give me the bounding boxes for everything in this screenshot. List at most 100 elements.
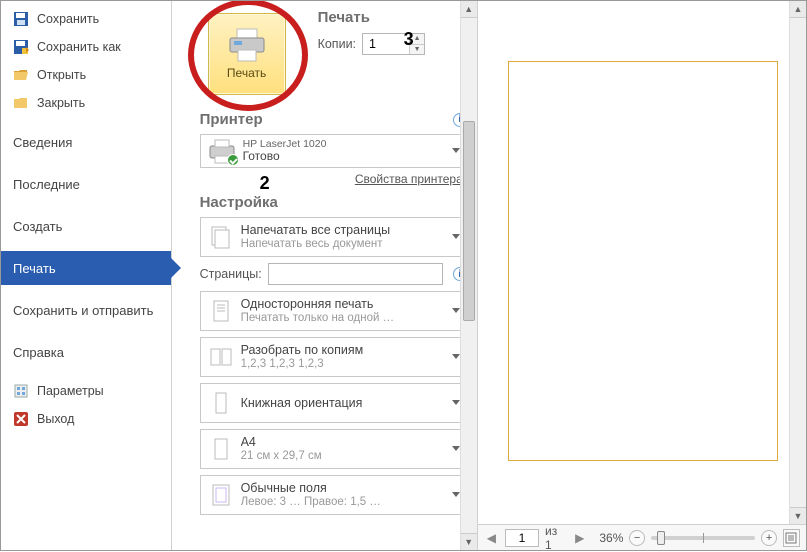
menu-label: Сохранить как bbox=[37, 40, 121, 54]
margins-icon bbox=[207, 480, 235, 510]
menu-label: Сведения bbox=[13, 135, 72, 150]
menu-label: Сохранить bbox=[37, 12, 99, 26]
portrait-icon bbox=[207, 388, 235, 418]
pages-label: Страницы: bbox=[200, 267, 262, 281]
save-icon bbox=[13, 11, 29, 27]
menu-label: Сохранить и отправить bbox=[13, 303, 153, 318]
menu-options[interactable]: Параметры bbox=[1, 377, 171, 405]
prev-page-button[interactable]: ◀ bbox=[484, 530, 499, 546]
menu-info[interactable]: Сведения bbox=[1, 125, 171, 159]
menu-open[interactable]: Открыть bbox=[1, 61, 171, 89]
menu-new[interactable]: Создать bbox=[1, 209, 171, 243]
zoom-in-button[interactable]: + bbox=[761, 530, 776, 546]
card-title: Разобрать по копиям bbox=[241, 343, 364, 358]
menu-save-send[interactable]: Сохранить и отправить bbox=[1, 293, 171, 327]
paper-icon bbox=[207, 434, 235, 464]
preview-page bbox=[508, 61, 778, 461]
zoom-fit-button[interactable] bbox=[783, 529, 800, 547]
card-title: Односторонняя печать bbox=[241, 297, 395, 312]
card-subtitle: Печатать только на одной … bbox=[241, 312, 395, 326]
menu-help[interactable]: Справка bbox=[1, 335, 171, 369]
printer-device-icon bbox=[207, 138, 237, 164]
chevron-down-icon bbox=[452, 446, 460, 451]
scroll-up-button[interactable]: ▲ bbox=[461, 1, 477, 18]
copies-spinner[interactable]: ▲ ▼ bbox=[362, 33, 425, 55]
collate-icon bbox=[207, 342, 235, 372]
fit-page-icon bbox=[785, 532, 797, 544]
card-title: A4 bbox=[241, 435, 322, 450]
print-header: Печать bbox=[318, 9, 467, 26]
card-subtitle: Левое: 3 … Правое: 1,5 … bbox=[241, 496, 381, 510]
card-subtitle: 1,2,3 1,2,3 1,2,3 bbox=[241, 358, 364, 372]
printer-header: Принтер bbox=[200, 111, 263, 128]
preview-scrollbar[interactable]: ▲ ▼ bbox=[789, 1, 806, 524]
paper-size-dropdown[interactable]: A4 21 см x 29,7 см bbox=[200, 429, 467, 469]
zoom-out-button[interactable]: − bbox=[629, 530, 644, 546]
scroll-down-button[interactable]: ▼ bbox=[461, 533, 477, 550]
chevron-down-icon bbox=[452, 400, 460, 405]
printer-dropdown[interactable]: HP LaserJet 1020 Готово bbox=[200, 134, 467, 168]
pages-input[interactable] bbox=[268, 263, 443, 285]
backstage-print-view: Сохранить Сохранить как Открыть Закрыть … bbox=[0, 0, 807, 551]
backstage-menu: Сохранить Сохранить как Открыть Закрыть … bbox=[1, 1, 172, 550]
print-settings-panel: Печать Печать Копии: ▲ ▼ bbox=[172, 1, 477, 550]
scroll-thumb[interactable] bbox=[463, 121, 475, 321]
folder-open-icon bbox=[13, 67, 29, 83]
menu-close[interactable]: Закрыть bbox=[1, 89, 171, 117]
printer-properties-link[interactable]: Свойства принтера bbox=[355, 172, 463, 186]
scroll-down-button[interactable]: ▼ bbox=[790, 507, 806, 524]
exit-icon bbox=[13, 411, 29, 427]
one-side-icon bbox=[207, 296, 235, 326]
card-title: Обычные поля bbox=[241, 481, 381, 496]
orientation-dropdown[interactable]: Книжная ориентация bbox=[200, 383, 467, 423]
zoom-slider-midtick bbox=[703, 533, 704, 543]
menu-label: Выход bbox=[37, 412, 74, 426]
printer-status: Готово bbox=[243, 150, 327, 164]
menu-exit[interactable]: Выход bbox=[1, 405, 171, 433]
zoom-slider[interactable] bbox=[651, 536, 756, 540]
next-page-button[interactable]: ▶ bbox=[572, 530, 587, 546]
pages-icon bbox=[207, 222, 235, 252]
menu-print-active[interactable]: Печать bbox=[1, 251, 171, 285]
chevron-down-icon bbox=[452, 492, 460, 497]
print-range-dropdown[interactable]: Напечатать все страницы Напечатать весь … bbox=[200, 217, 467, 257]
menu-label: Открыть bbox=[37, 68, 86, 82]
settings-scrollbar[interactable]: ▲ ▼ bbox=[460, 1, 477, 550]
menu-label: Справка bbox=[13, 345, 64, 360]
page-number-input[interactable] bbox=[505, 529, 539, 547]
menu-recent[interactable]: Последние bbox=[1, 167, 171, 201]
status-ok-icon bbox=[227, 154, 239, 166]
copies-input[interactable] bbox=[363, 34, 409, 54]
chevron-down-icon bbox=[452, 234, 460, 239]
menu-label: Печать bbox=[13, 261, 56, 276]
sides-dropdown[interactable]: Односторонняя печать Печатать только на … bbox=[200, 291, 467, 331]
menu-label: Создать bbox=[13, 219, 62, 234]
preview-statusbar: ◀ из 1 ▶ 36% − + bbox=[478, 524, 806, 550]
print-preview-panel: ▲ ▼ ◀ из 1 ▶ 36% − + bbox=[477, 1, 806, 550]
copies-label: Копии: bbox=[318, 37, 356, 51]
folder-close-icon bbox=[13, 95, 29, 111]
print-button-label: Печать bbox=[227, 66, 266, 80]
scroll-up-button[interactable]: ▲ bbox=[790, 1, 806, 18]
menu-label: Закрыть bbox=[37, 96, 85, 110]
zoom-slider-thumb[interactable] bbox=[657, 531, 665, 545]
card-title: Напечатать все страницы bbox=[241, 223, 391, 238]
printer-icon bbox=[227, 28, 267, 62]
preview-area: ▲ ▼ bbox=[478, 1, 806, 524]
menu-save-as[interactable]: Сохранить как bbox=[1, 33, 171, 61]
annotation-2: 2 bbox=[260, 173, 270, 194]
options-icon bbox=[13, 383, 29, 399]
card-subtitle: 21 см x 29,7 см bbox=[241, 450, 322, 464]
card-subtitle: Напечатать весь документ bbox=[241, 238, 391, 252]
zoom-label: 36% bbox=[599, 531, 623, 545]
settings-header: Настройка bbox=[200, 194, 467, 211]
menu-save[interactable]: Сохранить bbox=[1, 5, 171, 33]
save-as-icon bbox=[13, 39, 29, 55]
margins-dropdown[interactable]: Обычные поля Левое: 3 … Правое: 1,5 … bbox=[200, 475, 467, 515]
menu-label: Последние bbox=[13, 177, 80, 192]
card-title: Книжная ориентация bbox=[241, 388, 363, 418]
print-button[interactable]: Печать bbox=[208, 13, 286, 95]
chevron-down-icon bbox=[452, 308, 460, 313]
collate-dropdown[interactable]: Разобрать по копиям 1,2,3 1,2,3 1,2,3 bbox=[200, 337, 467, 377]
page-of-label: из 1 bbox=[545, 524, 566, 552]
